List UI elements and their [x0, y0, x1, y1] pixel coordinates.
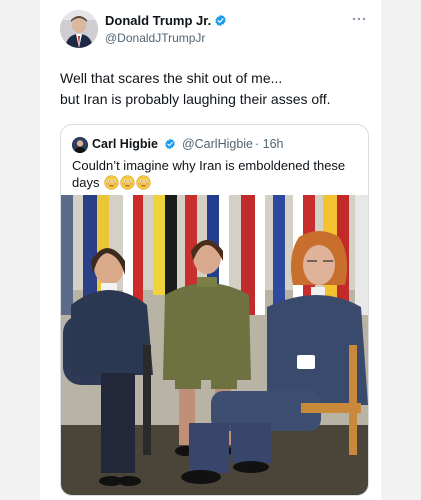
flushed-face-icon	[136, 175, 151, 190]
more-dots-icon[interactable]	[352, 10, 366, 24]
quoted-author-name[interactable]: Carl Higbie	[92, 137, 158, 151]
quoted-meta: Carl Higbie @CarlHigbie · 16h	[92, 137, 284, 153]
author-name-line[interactable]: Donald Trump Jr.	[105, 13, 227, 30]
author-handle[interactable]: @DonaldJTrumpJr	[105, 31, 205, 45]
verified-badge-icon	[214, 14, 227, 30]
tweet-text: Well that scares the shit out of me... b…	[60, 68, 370, 110]
tweet-header: Donald Trump Jr. @DonaldJTrumpJr	[60, 10, 370, 50]
tweet-card[interactable]: Donald Trump Jr. @DonaldJTrumpJr Well th…	[40, 0, 381, 500]
quoted-verified-badge-icon	[164, 138, 176, 153]
quoted-author-handle[interactable]: @CarlHigbie	[182, 137, 253, 151]
author-avatar[interactable]	[60, 10, 98, 48]
flushed-face-icon	[120, 175, 135, 190]
quoted-text: Couldn’t imagine why Iran is emboldened …	[72, 157, 362, 191]
quoted-photo[interactable]	[61, 195, 368, 495]
flushed-face-icon	[104, 175, 119, 190]
quoted-author-avatar[interactable]	[72, 137, 88, 153]
quoted-time[interactable]: · 16h	[255, 137, 284, 151]
tweet-text-line-2: but Iran is probably laughing their asse…	[60, 91, 331, 107]
author-name[interactable]: Donald Trump Jr.	[105, 13, 211, 28]
tweet-text-line-1: Well that scares the shit out of me...	[60, 70, 283, 86]
quoted-tweet[interactable]: Carl Higbie @CarlHigbie · 16h Couldn’t im…	[60, 124, 369, 496]
